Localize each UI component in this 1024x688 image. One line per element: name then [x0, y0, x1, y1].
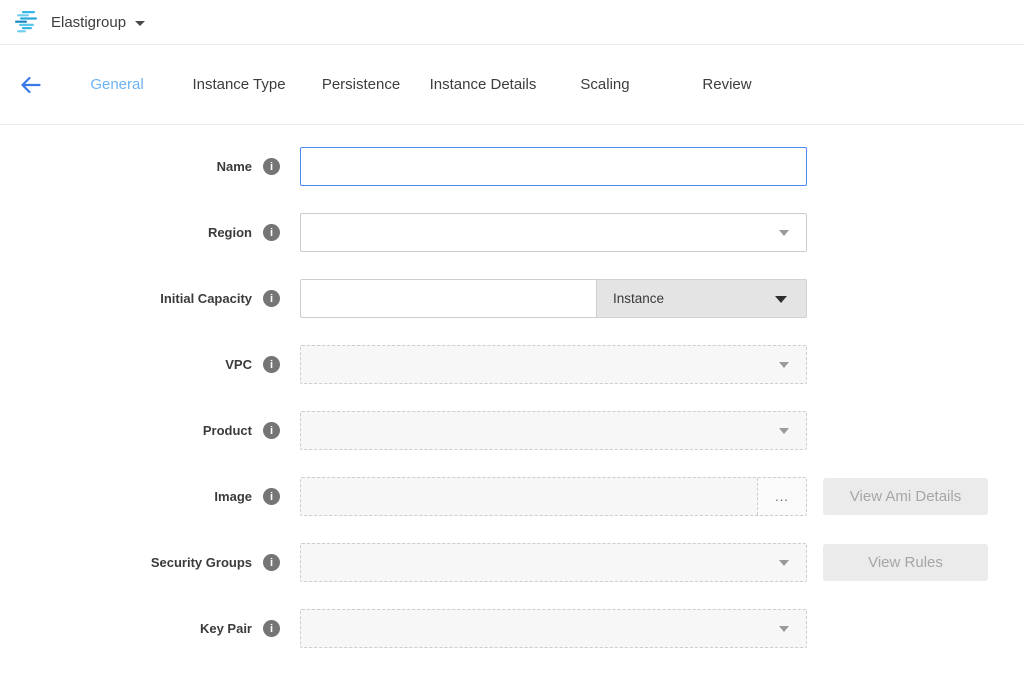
image-browse-button[interactable]: ...: [757, 478, 806, 515]
view-rules-button[interactable]: View Rules: [823, 544, 988, 581]
elastigroup-logo-icon: [14, 10, 40, 34]
name-label: Name: [0, 159, 252, 174]
region-select[interactable]: [300, 213, 807, 252]
product-select[interactable]: [300, 411, 807, 450]
key-pair-select[interactable]: [300, 609, 807, 648]
initial-capacity-info-icon[interactable]: i: [263, 290, 280, 307]
chevron-down-icon: [779, 230, 789, 236]
vpc-info-icon[interactable]: i: [263, 356, 280, 373]
security-groups-info-icon[interactable]: i: [263, 554, 280, 571]
vpc-label: VPC: [0, 357, 252, 372]
wizard-tabs: General Instance Type Persistence Instan…: [56, 76, 788, 93]
image-label: Image: [0, 489, 252, 504]
form-row-security-groups: Security Groups i View Rules: [0, 543, 1024, 582]
general-settings-form: Name i Region i Initial Capacity i Insta…: [0, 125, 1024, 648]
chevron-down-icon: [779, 626, 789, 632]
wizard-tabbar: General Instance Type Persistence Instan…: [0, 45, 1024, 125]
tab-persistence[interactable]: Persistence: [300, 76, 422, 93]
chevron-down-icon: [779, 560, 789, 566]
region-info-icon[interactable]: i: [263, 224, 280, 241]
tab-scaling[interactable]: Scaling: [544, 76, 666, 93]
initial-capacity-input[interactable]: [300, 279, 597, 318]
image-input[interactable]: ...: [300, 477, 807, 516]
form-row-name: Name i: [0, 147, 1024, 186]
product-label: Product: [0, 423, 252, 438]
capacity-unit-value: Instance: [613, 291, 664, 306]
view-ami-details-button[interactable]: View Ami Details: [823, 478, 988, 515]
tab-general[interactable]: General: [56, 76, 178, 93]
security-groups-select[interactable]: [300, 543, 807, 582]
region-label: Region: [0, 225, 252, 240]
tab-instance-details[interactable]: Instance Details: [422, 76, 544, 93]
app-title: Elastigroup: [51, 14, 126, 31]
name-info-icon[interactable]: i: [263, 158, 280, 175]
form-row-product: Product i: [0, 411, 1024, 450]
form-row-image: Image i ... View Ami Details: [0, 477, 1024, 516]
form-row-initial-capacity: Initial Capacity i Instance: [0, 279, 1024, 318]
ellipsis-icon: ...: [775, 489, 789, 504]
tab-instance-type[interactable]: Instance Type: [178, 76, 300, 93]
chevron-down-icon: [779, 362, 789, 368]
initial-capacity-label: Initial Capacity: [0, 291, 252, 306]
key-pair-info-icon[interactable]: i: [263, 620, 280, 637]
back-button[interactable]: [20, 74, 42, 96]
app-header: Elastigroup: [0, 0, 1024, 45]
vpc-select[interactable]: [300, 345, 807, 384]
capacity-unit-select[interactable]: Instance: [597, 279, 807, 318]
key-pair-label: Key Pair: [0, 621, 252, 636]
chevron-down-icon: [775, 296, 787, 303]
tab-review[interactable]: Review: [666, 76, 788, 93]
security-groups-label: Security Groups: [0, 555, 252, 570]
form-row-vpc: VPC i: [0, 345, 1024, 384]
app-switcher-chevron-down-icon[interactable]: [135, 21, 145, 26]
product-info-icon[interactable]: i: [263, 422, 280, 439]
image-input-value: [301, 478, 757, 515]
form-row-region: Region i: [0, 213, 1024, 252]
form-row-key-pair: Key Pair i: [0, 609, 1024, 648]
chevron-down-icon: [779, 428, 789, 434]
name-input[interactable]: [300, 147, 807, 186]
arrow-left-icon: [20, 76, 42, 94]
image-info-icon[interactable]: i: [263, 488, 280, 505]
